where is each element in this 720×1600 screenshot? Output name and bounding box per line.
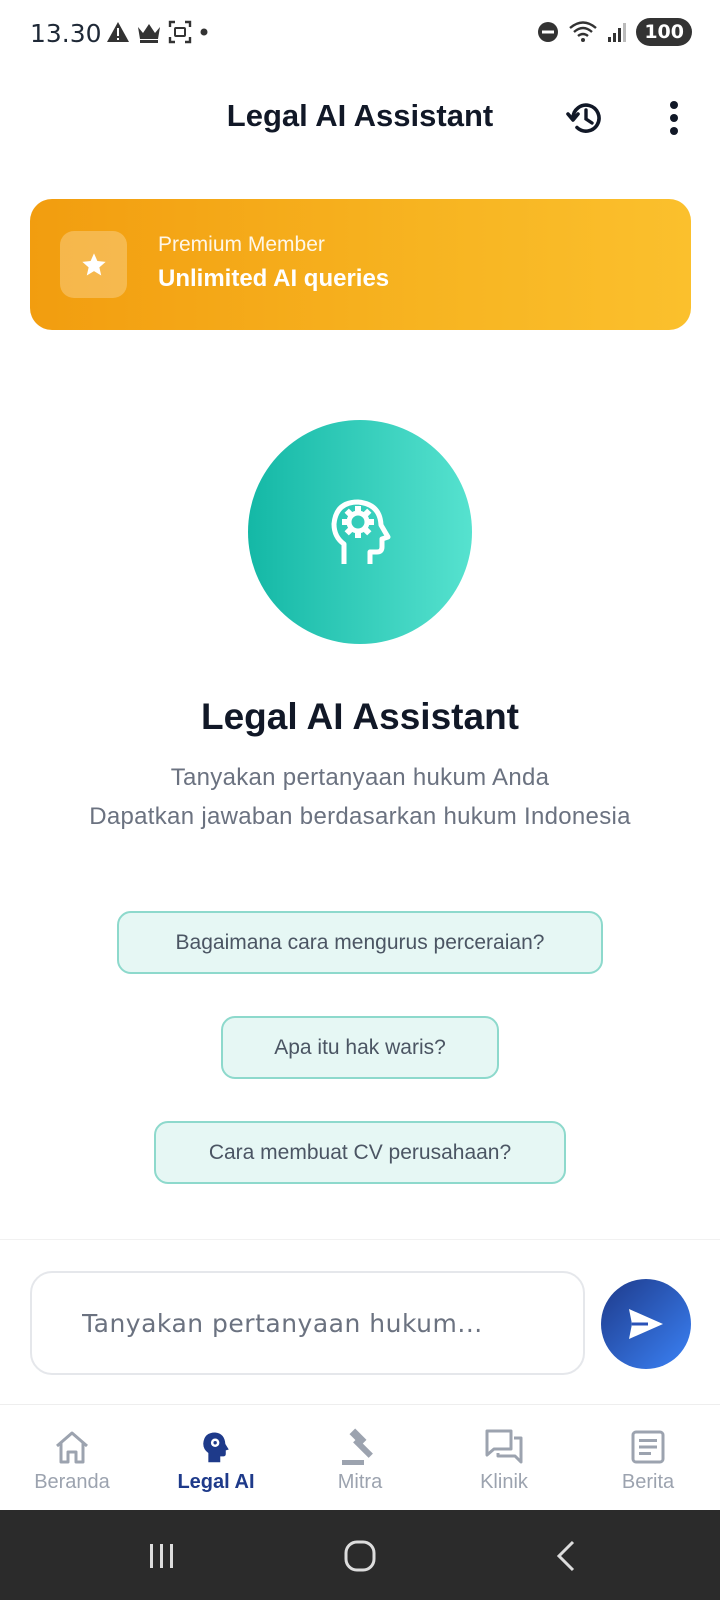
- do-not-disturb-icon: [538, 22, 559, 42]
- app-header: Legal AI Assistant: [0, 68, 720, 172]
- brain-gear-icon: [203, 1432, 229, 1463]
- send-button[interactable]: [601, 1279, 691, 1369]
- suggestion-chip[interactable]: Apa itu hak waris?: [221, 1016, 499, 1079]
- suggestion-chip[interactable]: Bagaimana cara mengurus perceraian?: [117, 911, 603, 974]
- status-notification-icons: [106, 20, 210, 44]
- nav-item-beranda[interactable]: Beranda: [0, 1405, 144, 1511]
- back-chevron-icon: [556, 1540, 575, 1572]
- history-icon: [566, 103, 601, 133]
- gavel-icon: [342, 1428, 373, 1465]
- hero-avatar: [248, 420, 472, 644]
- nav-item-legal-ai[interactable]: Legal AI: [144, 1405, 288, 1511]
- bottom-navigation: Beranda Legal AI Mitra Klinik Berita: [0, 1404, 720, 1510]
- wifi-icon: [569, 21, 598, 42]
- nav-label: Klinik: [480, 1471, 528, 1493]
- hero-subtitle-line2: Dapatkan jawaban berdasarkan hukum Indon…: [89, 803, 631, 830]
- chat-input-area: [0, 1239, 720, 1404]
- home-circle-icon: [344, 1540, 376, 1572]
- screenshot-icon: [168, 20, 192, 44]
- more-vert-icon: [670, 101, 678, 135]
- status-system-icons: 100: [536, 18, 692, 46]
- premium-title: Unlimited AI queries: [158, 265, 390, 292]
- hero-subtitle-line1: Tanyakan pertanyaan hukum Anda: [170, 764, 550, 791]
- nav-item-mitra[interactable]: Mitra: [288, 1405, 432, 1511]
- battery-indicator: 100: [636, 18, 692, 46]
- dot-icon: [200, 28, 208, 36]
- history-button[interactable]: [563, 96, 607, 140]
- hero-title: Legal AI Assistant: [200, 696, 519, 737]
- question-input[interactable]: [82, 1309, 562, 1338]
- home-system-button[interactable]: [338, 1534, 382, 1578]
- nav-label: Legal AI: [177, 1471, 255, 1493]
- nav-label: Mitra: [337, 1471, 383, 1493]
- premium-icon-container: [60, 231, 127, 298]
- status-time: 13.30: [30, 19, 102, 48]
- crown-icon: [138, 24, 160, 43]
- nav-item-klinik[interactable]: Klinik: [432, 1405, 576, 1511]
- more-options-button[interactable]: [652, 96, 696, 140]
- system-navigation-bar: [0, 1510, 720, 1600]
- suggestion-chip[interactable]: Cara membuat CV perusahaan?: [154, 1121, 566, 1184]
- back-button[interactable]: [544, 1534, 588, 1578]
- recent-apps-button[interactable]: [140, 1534, 184, 1578]
- article-icon: [631, 1430, 665, 1464]
- page-title: Legal AI Assistant: [226, 98, 494, 133]
- chat-bubbles-icon: [485, 1429, 523, 1464]
- star-icon: [81, 252, 106, 275]
- status-bar: 13.30 100: [0, 0, 720, 68]
- send-icon: [629, 1309, 663, 1339]
- nav-item-berita[interactable]: Berita: [576, 1405, 720, 1511]
- warning-icon: [107, 22, 129, 42]
- recent-apps-icon: [150, 1544, 173, 1568]
- premium-banner[interactable]: Premium Member Unlimited AI queries: [30, 199, 691, 330]
- home-icon: [56, 1431, 88, 1464]
- nav-label: Beranda: [34, 1471, 110, 1493]
- brain-gear-icon: [331, 499, 391, 564]
- premium-label: Premium Member: [158, 233, 325, 256]
- nav-label: Berita: [621, 1471, 675, 1493]
- signal-icon: [608, 23, 627, 42]
- question-input-container[interactable]: [30, 1271, 585, 1375]
